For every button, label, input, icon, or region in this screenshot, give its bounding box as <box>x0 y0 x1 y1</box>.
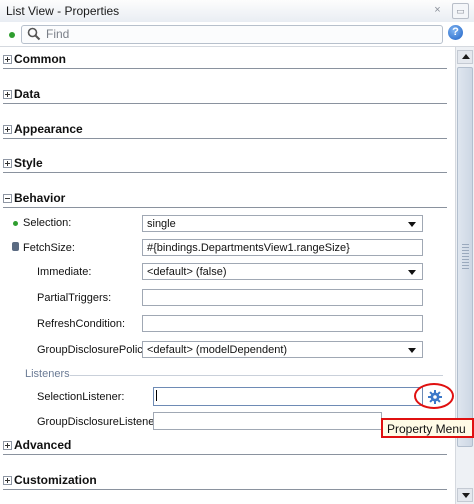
fetchsize-label: FetchSize: <box>23 242 75 254</box>
partialtriggers-label: PartialTriggers: <box>37 292 112 304</box>
scroll-down-button[interactable] <box>457 488 473 502</box>
status-dot-icon <box>9 32 15 38</box>
chevron-down-icon <box>408 270 416 275</box>
immediate-value: <default> (false) <box>147 266 227 278</box>
section-data[interactable]: Data <box>3 87 447 105</box>
groupdisclosurelistener-label: GroupDisclosureListener: <box>37 416 162 428</box>
refreshcondition-label: RefreshCondition: <box>37 318 126 330</box>
scroll-thumb[interactable] <box>457 67 473 447</box>
window-title: List View - Properties <box>6 4 120 18</box>
tooltip-text: Property Menu <box>387 422 466 436</box>
search-bar <box>0 22 474 47</box>
arrow-down-icon <box>462 493 470 498</box>
search-box[interactable] <box>21 25 443 44</box>
expand-icon[interactable] <box>3 55 12 64</box>
selection-select[interactable]: single <box>142 215 423 232</box>
groupdisclosurepolicy-value: <default> (modelDependent) <box>147 344 288 356</box>
divider <box>3 172 447 173</box>
text-cursor <box>156 390 157 401</box>
section-label: Common <box>14 52 66 66</box>
section-label: Customization <box>14 473 97 487</box>
groupdisclosurepolicy-label: GroupDisclosurePolicy: <box>37 344 152 356</box>
section-advanced[interactable]: Advanced <box>3 438 447 456</box>
arrow-up-icon <box>462 54 470 59</box>
highlight-ellipse <box>414 383 454 409</box>
expand-icon[interactable] <box>3 125 12 134</box>
fetchsize-input[interactable]: #{bindings.DepartmentsView1.rangeSize} <box>142 239 423 256</box>
section-style[interactable]: Style <box>3 156 447 174</box>
selectionlistener-label: SelectionListener: <box>37 391 125 403</box>
help-icon[interactable]: ? <box>448 25 463 40</box>
section-label: Data <box>14 87 41 101</box>
immediate-select[interactable]: <default> (false) <box>142 263 423 280</box>
listeners-divider <box>70 375 443 376</box>
fetchsize-value: #{bindings.DepartmentsView1.rangeSize} <box>147 242 350 254</box>
collapse-icon[interactable] <box>3 194 12 203</box>
chevron-down-icon <box>408 348 416 353</box>
divider <box>3 103 447 104</box>
listeners-group-label: Listeners <box>25 368 70 380</box>
search-input[interactable] <box>46 26 436 42</box>
expand-icon[interactable] <box>3 441 12 450</box>
section-label: Advanced <box>14 438 72 452</box>
section-appearance[interactable]: Appearance <box>3 122 447 140</box>
section-label: Appearance <box>14 122 83 136</box>
divider <box>3 454 447 455</box>
chevron-down-icon <box>408 222 416 227</box>
section-behavior[interactable]: Behavior <box>3 191 447 209</box>
groupdisclosurepolicy-select[interactable]: <default> (modelDependent) <box>142 341 423 358</box>
expand-icon[interactable] <box>3 90 12 99</box>
selection-label: Selection: <box>23 217 72 229</box>
divider <box>3 489 447 490</box>
required-dot-icon <box>13 221 18 226</box>
selection-value: single <box>147 218 176 230</box>
immediate-label: Immediate: <box>37 266 92 278</box>
selectionlistener-input[interactable] <box>153 387 423 406</box>
section-label: Style <box>14 156 43 170</box>
refreshcondition-input[interactable] <box>142 315 423 332</box>
groupdisclosurelistener-input[interactable] <box>153 412 382 430</box>
expand-icon[interactable] <box>3 159 12 168</box>
title-bar: List View - Properties × ▭ <box>0 0 474 23</box>
section-customization[interactable]: Customization <box>3 473 447 491</box>
search-icon <box>27 27 41 41</box>
minimize-icon[interactable]: ▭ <box>452 3 469 19</box>
close-icon[interactable]: × <box>430 3 445 17</box>
property-menu-tooltip: Property Menu <box>381 418 474 438</box>
database-icon <box>12 242 19 251</box>
divider <box>3 207 447 208</box>
section-label: Behavior <box>14 191 66 205</box>
partialtriggers-input[interactable] <box>142 289 423 306</box>
section-common[interactable]: Common <box>3 52 447 70</box>
expand-icon[interactable] <box>3 476 12 485</box>
divider <box>3 68 447 69</box>
grip-icon <box>462 244 469 270</box>
divider <box>3 138 447 139</box>
scroll-up-button[interactable] <box>457 50 473 64</box>
